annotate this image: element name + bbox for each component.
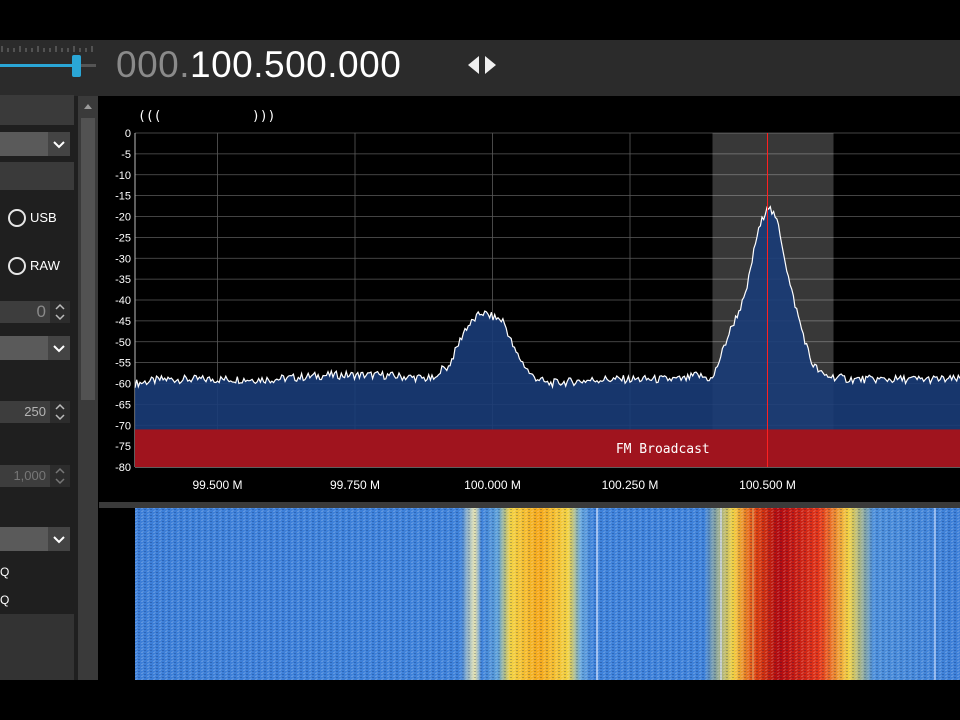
x-tick-label: 100.000 M <box>464 478 521 492</box>
y-tick-label: -15 <box>115 191 131 203</box>
section-header[interactable] <box>0 95 74 125</box>
zoom-out-icon[interactable]: ))) <box>252 109 275 124</box>
fft-spectrum-view[interactable]: ((( ))) FM Broadcast 0 -5 -10 -15 -20 -25 -30 -… <box>99 96 960 502</box>
chevron-down-icon[interactable] <box>48 527 70 551</box>
mode-label: USB <box>30 210 57 225</box>
radio-circle-icon <box>8 257 26 275</box>
y-tick-label: -70 <box>115 420 131 432</box>
settings-sidebar: USB RAW 0 250 1,000 Q Q <box>0 95 78 680</box>
chevron-down-icon[interactable] <box>48 336 70 360</box>
y-axis: 0 -5 -10 -15 -20 -25 -30 -35 -40 -45 -50 -55 -60 -65 -… <box>115 128 131 474</box>
filter-select[interactable] <box>0 336 70 360</box>
iq-select[interactable] <box>0 527 70 551</box>
section-panel <box>0 614 74 680</box>
spin-value: 250 <box>24 404 46 419</box>
y-tick-label: -25 <box>115 232 131 244</box>
tuning-slider[interactable] <box>0 42 96 78</box>
y-tick-label: -55 <box>115 358 131 370</box>
y-tick-label: -20 <box>115 212 131 224</box>
y-tick-label: -35 <box>115 274 131 286</box>
mode-label: RAW <box>30 258 60 273</box>
frequency-prefix: 000. <box>116 44 191 85</box>
zoom-in-icon[interactable]: ((( <box>138 109 161 124</box>
slider-thumb[interactable] <box>72 55 81 77</box>
option-label[interactable]: Q <box>0 565 20 581</box>
waterfall-view[interactable] <box>99 508 960 680</box>
bandplan-label: FM Broadcast <box>616 442 710 457</box>
frequency-display[interactable]: 000.100.500.000 <box>116 42 401 88</box>
bandplan-bar <box>135 429 960 467</box>
squelch-spinbox[interactable]: 0 <box>0 301 70 323</box>
x-tick-label: 99.500 M <box>192 478 242 492</box>
y-tick-label: -40 <box>115 295 131 307</box>
y-tick-label: -80 <box>115 462 131 474</box>
x-axis: 99.500 M 99.750 M 100.000 M 100.250 M 100.50… <box>192 478 795 492</box>
y-tick-label: -75 <box>115 441 131 453</box>
y-tick-label: -45 <box>115 316 131 328</box>
section-header[interactable] <box>0 162 74 190</box>
y-tick-label: -65 <box>115 399 131 411</box>
chevron-down-icon[interactable] <box>48 132 70 156</box>
radio-circle-icon <box>8 209 26 227</box>
option-label[interactable]: Q <box>0 593 20 609</box>
source-select[interactable] <box>0 132 70 156</box>
y-tick-label: -30 <box>115 253 131 265</box>
x-tick-label: 99.750 M <box>330 478 380 492</box>
y-tick-label: 0 <box>125 128 131 140</box>
y-tick-label: -5 <box>121 149 131 161</box>
x-tick-label: 100.250 M <box>602 478 659 492</box>
step-spinbox[interactable]: 1,000 <box>0 465 70 487</box>
spectrum-trace-fill <box>135 206 960 467</box>
left-right-arrows-icon[interactable] <box>466 53 498 77</box>
spin-arrows-icon[interactable] <box>50 401 70 423</box>
frequency-value: 100.500.000 <box>190 44 402 85</box>
mode-radio-usb[interactable]: USB <box>8 208 74 228</box>
bandwidth-spinbox[interactable]: 250 <box>0 401 70 423</box>
spin-value: 0 <box>36 302 46 321</box>
spin-arrows-icon[interactable] <box>50 465 70 487</box>
scrollbar-thumb[interactable] <box>81 118 95 400</box>
y-tick-label: -60 <box>115 379 131 391</box>
spin-arrows-icon[interactable] <box>50 301 70 323</box>
x-tick-label: 100.500 M <box>739 478 796 492</box>
spin-value: 1,000 <box>13 468 46 483</box>
mode-radio-raw[interactable]: RAW <box>8 256 74 276</box>
spectrum-trace-line <box>134 205 960 390</box>
y-tick-label: -10 <box>115 170 131 182</box>
scroll-up-icon[interactable] <box>78 99 98 113</box>
y-tick-label: -50 <box>115 337 131 349</box>
waterfall-texture <box>135 508 960 680</box>
